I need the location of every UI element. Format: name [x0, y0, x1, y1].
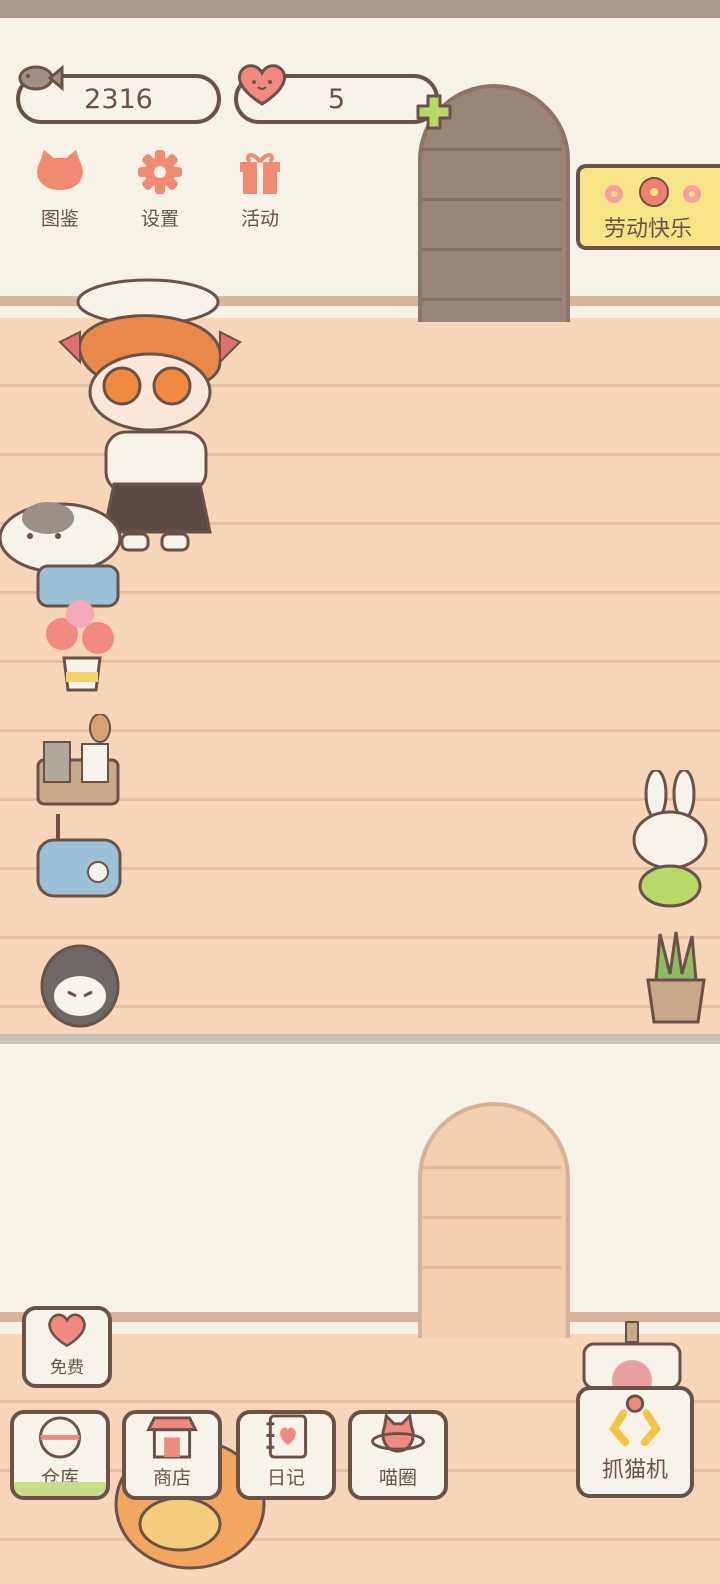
- catalog-button[interactable]: 图鉴: [20, 148, 100, 236]
- fish-icon: [18, 64, 64, 92]
- settings-label: 设置: [140, 208, 179, 230]
- gift-icon: [240, 153, 280, 194]
- gear-icon: [138, 150, 182, 194]
- claw-label: 抓猫机: [601, 1458, 668, 1483]
- heart-icon: [48, 1313, 86, 1348]
- meow-circle-button[interactable]: 喵圈: [348, 1410, 448, 1500]
- bunny-figure-sprite: [632, 770, 708, 908]
- claw-icon: [609, 1394, 661, 1447]
- circle-label: 喵圈: [378, 1467, 417, 1489]
- penguin-sprite: [40, 944, 120, 1028]
- events-label: 活动: [240, 208, 279, 230]
- shop-button[interactable]: 商店: [122, 1410, 222, 1500]
- rice-cooker-icon: [38, 1416, 82, 1459]
- claw-machine-top: [582, 1321, 682, 1390]
- notebook-icon: [266, 1414, 308, 1459]
- warehouse-progress-bar: [14, 1482, 106, 1496]
- cat-face-icon: [37, 150, 83, 190]
- flower-pot-sprite: [46, 600, 114, 692]
- lower-room-wall: [0, 1044, 720, 1334]
- flowers-icon: [605, 177, 701, 207]
- utensil-holder-sprite: [36, 714, 120, 806]
- hearts-count: 5: [327, 83, 346, 115]
- diary-button[interactable]: 日记: [236, 1410, 336, 1500]
- catalog-label: 图鉴: [40, 208, 79, 230]
- free-label: 免费: [50, 1358, 84, 1378]
- claw-machine-button[interactable]: 抓猫机: [576, 1386, 694, 1498]
- radio-sprite: [36, 814, 122, 898]
- banner-label: 劳动快乐: [604, 217, 693, 242]
- ceiling-strip: [0, 0, 720, 18]
- heart-icon: [238, 64, 286, 106]
- floor-divider: [0, 1034, 720, 1044]
- shop-label: 商店: [152, 1467, 191, 1489]
- storefront-icon: [146, 1416, 198, 1459]
- warehouse-button[interactable]: 仓库: [10, 1410, 110, 1500]
- settings-button[interactable]: 设置: [120, 148, 200, 236]
- potted-plant-sprite: [646, 931, 706, 1024]
- events-button[interactable]: 活动: [220, 148, 300, 236]
- diary-label: 日记: [266, 1467, 305, 1489]
- fish-count: 2316: [84, 83, 153, 115]
- add-hearts-plus-icon[interactable]: [414, 92, 454, 132]
- cat-planet-icon: [371, 1414, 425, 1453]
- lower-doorway[interactable]: [418, 1102, 570, 1338]
- free-hearts-button[interactable]: 免费: [22, 1306, 112, 1388]
